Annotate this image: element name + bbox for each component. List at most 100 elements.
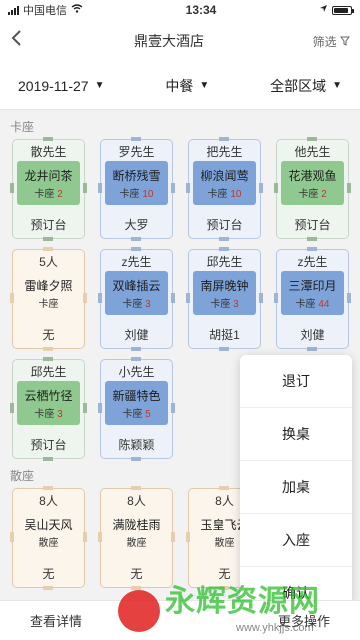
table-card[interactable]: z先生 双峰插云 卡座 3 刘健 bbox=[98, 247, 175, 351]
chair-marker bbox=[219, 137, 229, 141]
table-card[interactable]: 8人 满陇桂雨 散座 无 bbox=[98, 486, 175, 590]
table-card[interactable]: 把先生 柳浪闻莺 卡座 10 预订台 bbox=[186, 137, 263, 241]
chair-marker bbox=[131, 137, 141, 141]
table-staff: 刘健 bbox=[124, 328, 149, 342]
table-card[interactable]: 邱先生 南屏晚钟 卡座 3 胡挺1 bbox=[186, 247, 263, 351]
table-name: 新疆特色 bbox=[112, 388, 161, 403]
chair-marker bbox=[171, 532, 175, 542]
caret-down-icon: ▼ bbox=[94, 80, 105, 91]
table-count: 3 bbox=[57, 408, 63, 420]
nav-bar: 鼎壹大酒店 筛选 bbox=[0, 20, 360, 62]
watermark-url: www.yhkjjs.com bbox=[236, 622, 314, 634]
table-name: 龙井问茶 bbox=[24, 168, 73, 183]
chair-marker bbox=[347, 293, 351, 303]
table-card[interactable]: z先生 三潭印月 卡座 44 刘健 bbox=[274, 247, 351, 351]
table-guest: 邱先生 bbox=[30, 365, 67, 379]
menu-item-cancel-booking[interactable]: 退订 bbox=[240, 355, 352, 408]
table-card[interactable]: 5人 雷峰夕照 卡座 无 bbox=[10, 247, 87, 351]
chair-marker bbox=[219, 237, 229, 241]
table-staff: 无 bbox=[42, 328, 55, 342]
table-type: 卡座 2 bbox=[34, 185, 62, 200]
table-staff: 陈颖颖 bbox=[118, 438, 155, 452]
wifi-icon bbox=[71, 4, 83, 16]
view-details-button[interactable]: 查看详情 bbox=[30, 611, 82, 630]
chair-marker bbox=[307, 237, 317, 241]
table-card[interactable]: 散先生 龙井问茶 卡座 2 预订台 bbox=[10, 137, 87, 241]
back-button[interactable] bbox=[10, 29, 40, 53]
table-body: 云栖竹径 卡座 3 bbox=[17, 381, 80, 425]
table-body: 断桥残雪 卡座 10 bbox=[105, 161, 168, 205]
date-value: 2019-11-27 bbox=[18, 77, 89, 94]
table-name: 柳浪闻莺 bbox=[200, 168, 249, 183]
table-card[interactable]: 小先生 新疆特色 卡座 5 陈颖颖 bbox=[98, 357, 175, 461]
menu-item-add-table[interactable]: 加桌 bbox=[240, 461, 352, 514]
chair-marker bbox=[43, 347, 53, 351]
table-guest: z先生 bbox=[121, 255, 152, 269]
table-name: 双峰插云 bbox=[112, 278, 161, 293]
table-body: 双峰插云 卡座 3 bbox=[105, 271, 168, 315]
table-body: 雷峰夕照 卡座 bbox=[17, 271, 80, 315]
caret-down-icon: ▼ bbox=[332, 80, 342, 91]
table-type-label: 卡座 bbox=[207, 188, 228, 200]
table-staff: 预订台 bbox=[294, 218, 331, 232]
chair-marker bbox=[43, 247, 53, 251]
table-card[interactable]: 他先生 花港观鱼 卡座 2 预订台 bbox=[274, 137, 351, 241]
table-staff: 刘健 bbox=[300, 328, 325, 342]
table-type: 卡座 44 bbox=[296, 295, 330, 310]
table-count: 3 bbox=[145, 298, 151, 310]
menu-item-change-table[interactable]: 换桌 bbox=[240, 408, 352, 461]
meal-dropdown[interactable]: 中餐 ▼ bbox=[165, 76, 209, 96]
filter-button[interactable]: 筛选 bbox=[298, 33, 350, 50]
chair-marker bbox=[274, 183, 278, 193]
table-type-label: 卡座 bbox=[38, 298, 59, 310]
chair-marker bbox=[10, 532, 14, 542]
area-value: 全部区域 bbox=[270, 77, 327, 94]
table-type-label: 散座 bbox=[126, 537, 147, 549]
table-guest: 小先生 bbox=[118, 365, 155, 379]
table-guest: 把先生 bbox=[206, 145, 243, 159]
date-dropdown[interactable]: 2019-11-27 ▼ bbox=[18, 78, 104, 94]
signal-icon bbox=[8, 5, 19, 15]
table-staff: 预订台 bbox=[206, 218, 243, 232]
table-card[interactable]: 罗先生 断桥残雪 卡座 10 大罗 bbox=[98, 137, 175, 241]
table-body: 满陇桂雨 散座 bbox=[105, 510, 168, 554]
table-body: 花港观鱼 卡座 2 bbox=[281, 161, 344, 205]
chair-marker bbox=[219, 247, 229, 251]
table-type: 卡座 3 bbox=[34, 405, 62, 420]
table-type-label: 散座 bbox=[38, 537, 59, 549]
table-type-label: 卡座 bbox=[122, 298, 143, 310]
table-count: 5 bbox=[145, 408, 151, 420]
table-type: 卡座 2 bbox=[298, 185, 326, 200]
table-name: 花港观鱼 bbox=[288, 168, 337, 183]
table-card[interactable]: 邱先生 云栖竹径 卡座 3 预订台 bbox=[10, 357, 87, 461]
chair-marker bbox=[83, 293, 87, 303]
table-count: 44 bbox=[318, 298, 330, 310]
chair-marker bbox=[43, 586, 53, 590]
table-name: 南屏晚钟 bbox=[200, 278, 249, 293]
table-type-label: 卡座 bbox=[122, 408, 143, 420]
table-type: 卡座 3 bbox=[210, 295, 238, 310]
chair-marker bbox=[171, 403, 175, 413]
table-card[interactable]: 8人 吴山天风 散座 无 bbox=[10, 486, 87, 590]
chair-marker bbox=[171, 183, 175, 193]
area-dropdown[interactable]: 全部区域 ▼ bbox=[270, 76, 342, 96]
location-icon bbox=[319, 4, 328, 16]
menu-item-seat[interactable]: 入座 bbox=[240, 514, 352, 567]
chair-marker bbox=[43, 457, 53, 461]
table-type-label: 卡座 bbox=[210, 298, 231, 310]
table-type: 散座 bbox=[39, 534, 59, 549]
chair-marker bbox=[10, 293, 14, 303]
chair-marker bbox=[43, 486, 53, 490]
table-name: 断桥残雪 bbox=[112, 168, 161, 183]
chair-marker bbox=[186, 183, 190, 193]
table-type: 卡座 10 bbox=[120, 185, 154, 200]
table-name: 云栖竹径 bbox=[24, 388, 73, 403]
watermark-text: 永辉资源网 bbox=[165, 585, 320, 618]
table-type: 卡座 bbox=[39, 295, 59, 310]
table-count: 10 bbox=[142, 188, 154, 200]
chair-marker bbox=[186, 532, 190, 542]
table-guest: 罗先生 bbox=[118, 145, 155, 159]
table-name: 雷峰夕照 bbox=[24, 278, 73, 293]
status-right bbox=[319, 4, 354, 16]
chair-marker bbox=[131, 347, 141, 351]
